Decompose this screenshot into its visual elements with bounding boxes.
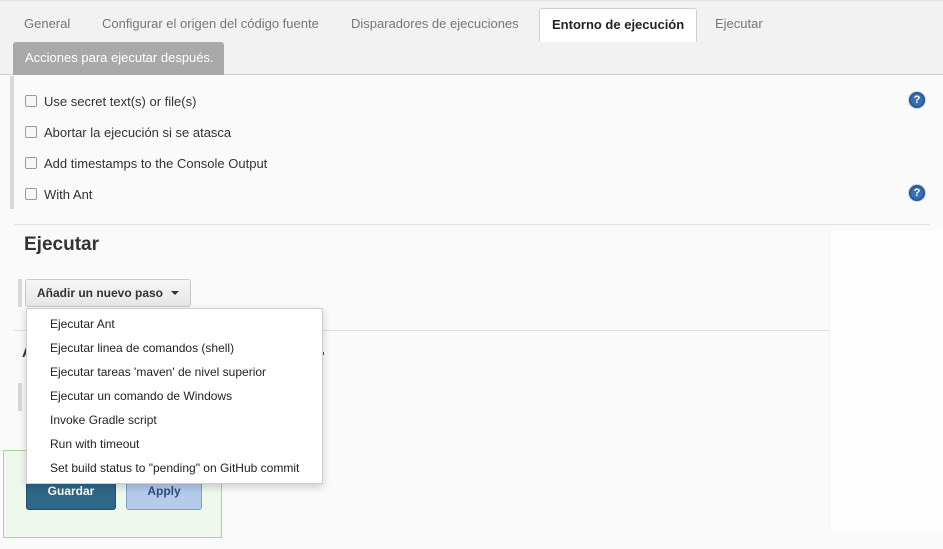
option-with-ant[interactable]: With Ant (25, 185, 92, 203)
add-build-step-button[interactable]: Añadir un nuevo paso (25, 279, 192, 307)
add-build-step-menu: Ejecutar Ant Ejecutar linea de comandos … (26, 308, 323, 484)
menu-item-github-status[interactable]: Set build status to "pending" on GitHub … (27, 456, 322, 480)
tab-post-build-actions[interactable]: Acciones para ejecutar después. (13, 42, 224, 76)
help-icon[interactable]: ? (909, 92, 925, 108)
option-timestamps[interactable]: Add timestamps to the Console Output (25, 154, 267, 172)
add-step-indicator-bar (18, 279, 22, 307)
timestamps-label: Add timestamps to the Console Output (44, 155, 268, 171)
menu-item-windows-command[interactable]: Ejecutar un comando de Windows (27, 384, 322, 408)
with-ant-checkbox[interactable] (25, 188, 37, 200)
option-abort-stuck[interactable]: Abortar la ejecución si se atasca (25, 123, 231, 141)
menu-item-ant[interactable]: Ejecutar Ant (27, 312, 322, 336)
with-ant-label: With Ant (44, 186, 93, 202)
section-divider (14, 224, 930, 225)
menu-item-shell[interactable]: Ejecutar linea de comandos (shell) (27, 336, 322, 360)
section-indicator-bar (10, 76, 14, 209)
tab-source-code[interactable]: Configurar el origen del código fuente (90, 8, 331, 41)
tab-build[interactable]: Ejecutar (703, 8, 775, 41)
config-tab-bar: General Configurar el origen del código … (0, 0, 943, 76)
tab-general[interactable]: General (12, 8, 82, 41)
build-section-title: Ejecutar (24, 234, 99, 255)
menu-item-maven[interactable]: Ejecutar tareas 'maven' de nivel superio… (27, 360, 322, 384)
secret-text-label: Use secret text(s) or file(s) (44, 93, 197, 109)
menu-item-gradle[interactable]: Invoke Gradle script (27, 408, 322, 432)
add-build-step-label: Añadir un nuevo paso (37, 286, 164, 300)
tab-build-environment[interactable]: Entorno de ejecución (539, 8, 698, 42)
abort-stuck-label: Abortar la ejecución si se atasca (44, 124, 232, 140)
right-side-panel (829, 230, 943, 530)
abort-stuck-checkbox[interactable] (25, 126, 37, 138)
secret-text-checkbox[interactable] (25, 95, 37, 107)
timestamps-checkbox[interactable] (25, 157, 37, 169)
chevron-down-icon (171, 291, 180, 295)
help-icon[interactable]: ? (909, 185, 925, 201)
post-build-indicator-bar (18, 383, 22, 411)
menu-item-timeout[interactable]: Run with timeout (27, 432, 322, 456)
option-secret-text[interactable]: Use secret text(s) or file(s) (25, 92, 196, 110)
tab-build-triggers[interactable]: Disparadores de ejecuciones (339, 8, 531, 41)
